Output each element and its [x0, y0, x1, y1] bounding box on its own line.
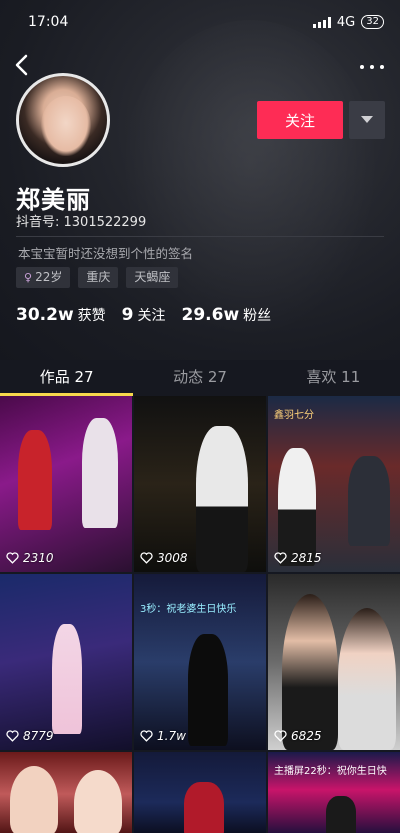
stat-following-value: 9: [121, 305, 134, 325]
heart-icon: [6, 552, 19, 564]
heart-icon: [140, 730, 153, 742]
video-banner-text: 3秒：祝老婆生日快乐: [140, 604, 237, 615]
like-count: 6825: [274, 729, 322, 743]
video-thumbnail[interactable]: 2310: [0, 396, 132, 572]
tab-likes[interactable]: 喜欢 11: [267, 360, 400, 396]
female-icon: ♀: [24, 271, 33, 284]
follow-button[interactable]: 关注: [257, 101, 343, 139]
like-count: 2815: [274, 551, 322, 565]
stat-following[interactable]: 9 关注: [122, 305, 166, 325]
signal-icon: [312, 16, 331, 28]
like-count: 8779: [6, 729, 54, 743]
profile-bio: 本宝宝暂时还没想到个性的签名: [18, 246, 194, 261]
like-count: 1.7w: [140, 729, 186, 743]
stat-followers[interactable]: 29.6w 粉丝: [182, 305, 272, 325]
tag-location-label: 重庆: [86, 270, 111, 284]
status-bar: 17:04 4G 32: [0, 0, 400, 44]
heart-icon: [6, 730, 19, 742]
douyin-id[interactable]: 抖音号: 1301522299: [16, 211, 146, 230]
stat-following-label: 关注: [137, 308, 166, 324]
profile-name: 郑美丽: [16, 186, 91, 214]
video-thumbnail[interactable]: 3008: [134, 396, 266, 572]
video-thumbnail[interactable]: [0, 752, 132, 833]
like-count-value: 3008: [157, 551, 188, 565]
header-background-image: [120, 20, 380, 340]
stat-likes-label: 获赞: [77, 308, 106, 324]
tag-age-label: 22岁: [35, 270, 63, 284]
video-thumbnail[interactable]: 8779: [0, 574, 132, 750]
tab-dynamics[interactable]: 动态 27: [133, 360, 266, 396]
like-count: 2310: [6, 551, 54, 565]
stat-likes-value: 30.2w: [16, 305, 74, 325]
tag-location: 重庆: [78, 267, 119, 288]
tag-zodiac-label: 天蝎座: [134, 270, 171, 284]
profile-tags: ♀ 22岁 重庆 天蝎座: [16, 267, 179, 288]
recommend-dropdown-button[interactable]: [349, 101, 385, 139]
tab-works[interactable]: 作品 27: [0, 360, 134, 396]
video-grid: 2310 3008 鑫羽七分 2815 8779 3秒：祝老婆生日快乐 1.7w: [0, 396, 400, 833]
heart-icon: [274, 552, 287, 564]
status-time: 17:04: [28, 14, 69, 30]
video-thumbnail[interactable]: 6825: [268, 574, 400, 750]
video-thumbnail[interactable]: 鑫羽七分 2815: [268, 396, 400, 572]
like-count-value: 2310: [23, 551, 54, 565]
like-count-value: 8779: [23, 729, 54, 743]
like-count-value: 1.7w: [157, 729, 186, 743]
heart-icon: [140, 552, 153, 564]
status-indicators: 4G 32: [312, 14, 384, 30]
video-banner-text: 鑫羽七分: [274, 410, 314, 421]
profile-stats: 30.2w 获赞 9 关注 29.6w 粉丝: [16, 305, 271, 325]
heart-icon: [274, 730, 287, 742]
profile-tabs: 作品 27 动态 27 喜欢 11: [0, 360, 400, 396]
like-count-value: 2815: [291, 551, 322, 565]
video-thumbnail[interactable]: 主播屏22秒：祝你生日快: [268, 752, 400, 833]
triangle-down-icon: [361, 116, 373, 123]
video-thumbnail[interactable]: 3秒：祝老婆生日快乐 1.7w: [134, 574, 266, 750]
avatar[interactable]: [16, 73, 110, 167]
tag-zodiac: 天蝎座: [126, 267, 179, 288]
stat-followers-label: 粉丝: [243, 308, 272, 324]
more-options-icon[interactable]: [360, 58, 384, 76]
network-type: 4G: [336, 14, 356, 30]
like-count-value: 6825: [291, 729, 322, 743]
divider: [16, 236, 384, 237]
tag-age: ♀ 22岁: [16, 267, 71, 288]
stat-followers-value: 29.6w: [181, 305, 240, 325]
like-count: 3008: [140, 551, 188, 565]
video-banner-text: 主播屏22秒：祝你生日快: [274, 766, 387, 777]
video-thumbnail[interactable]: [134, 752, 266, 833]
back-icon[interactable]: [14, 54, 38, 80]
stat-likes[interactable]: 30.2w 获赞: [16, 305, 106, 325]
battery-icon: 32: [361, 15, 384, 29]
